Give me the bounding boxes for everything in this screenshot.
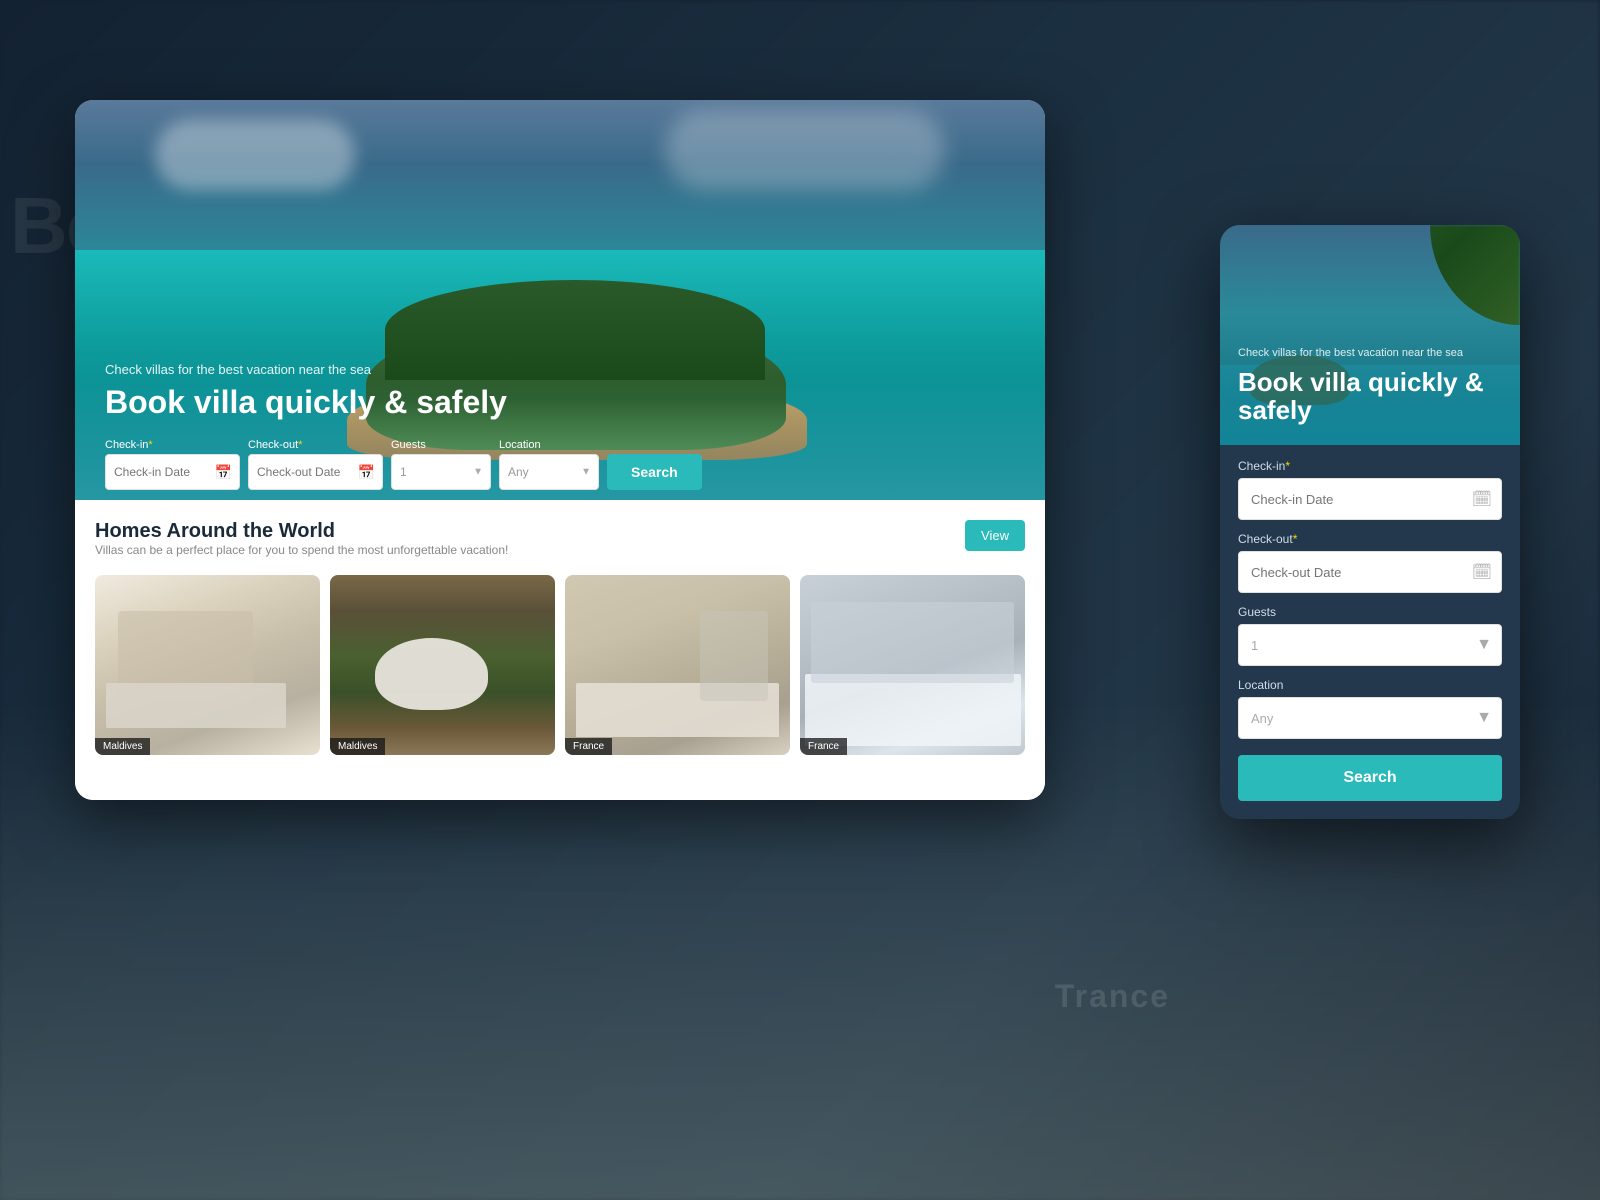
- home-card-1[interactable]: Maldives: [95, 575, 320, 755]
- checkin-field: Check-in* 📅: [105, 439, 240, 490]
- mobile-location-wrap: Any Maldives France Trance ▼: [1238, 697, 1502, 739]
- checkin-label: Check-in*: [105, 439, 240, 451]
- location-select[interactable]: Any Maldives France Trance: [499, 454, 599, 490]
- desktop-card: Check villas for the best vacation near …: [75, 100, 1045, 800]
- guests-select-wrap: 1 2 3 4 ▼: [391, 454, 491, 490]
- room-img-outdoor: [330, 575, 555, 755]
- location-label: Location: [499, 439, 599, 451]
- checkout-input[interactable]: [248, 454, 383, 490]
- checkin-input-wrap: 📅: [105, 454, 240, 490]
- homes-header-left: Homes Around the World Villas can be a p…: [95, 520, 508, 571]
- view-all-button[interactable]: View: [965, 520, 1025, 551]
- cloud-left: [155, 120, 355, 190]
- mobile-hero-text: Check villas for the best vacation near …: [1238, 346, 1502, 425]
- homes-grid: Maldives Maldives France: [95, 575, 1025, 755]
- checkout-input-wrap: 📅: [248, 454, 383, 490]
- hero-title: Book villa quickly & safely: [105, 385, 507, 420]
- mobile-checkout-input[interactable]: [1238, 551, 1502, 593]
- location-field: Location Any Maldives France Trance ▼: [499, 439, 599, 490]
- mobile-guests-field: Guests 1 2 3 4 ▼: [1238, 605, 1502, 666]
- mobile-card: Check villas for the best vacation near …: [1220, 225, 1520, 819]
- checkout-field: Check-out* 📅: [248, 439, 383, 490]
- mobile-checkin-input[interactable]: [1238, 478, 1502, 520]
- hero-subtitle: Check villas for the best vacation near …: [105, 362, 507, 377]
- mobile-checkin-field: Check-in* 🗓: [1238, 459, 1502, 520]
- hero-text: Check villas for the best vacation near …: [105, 362, 507, 420]
- trance-background-text: Trance: [1055, 978, 1170, 1015]
- mobile-checkout-label: Check-out*: [1238, 532, 1502, 546]
- mobile-guests-select[interactable]: 1 2 3 4: [1238, 624, 1502, 666]
- room-img-living: [565, 575, 790, 755]
- guests-label: Guests: [391, 439, 491, 451]
- mobile-checkin-label: Check-in*: [1238, 459, 1502, 473]
- location-select-wrap: Any Maldives France Trance ▼: [499, 454, 599, 490]
- mobile-title: Book villa quickly & safely: [1238, 368, 1502, 425]
- mobile-checkout-field: Check-out* 🗓: [1238, 532, 1502, 593]
- mobile-search-button[interactable]: Search: [1238, 755, 1502, 801]
- mobile-location-field: Location Any Maldives France Trance ▼: [1238, 678, 1502, 739]
- room-img-bathroom: [95, 575, 320, 755]
- home-card-3[interactable]: France: [565, 575, 790, 755]
- homes-section: Homes Around the World Villas can be a p…: [75, 500, 1045, 800]
- mobile-location-select[interactable]: Any Maldives France Trance: [1238, 697, 1502, 739]
- mobile-guests-label: Guests: [1238, 605, 1502, 619]
- homes-header: Homes Around the World Villas can be a p…: [95, 520, 1025, 571]
- mobile-subtitle: Check villas for the best vacation near …: [1238, 346, 1502, 361]
- guests-select[interactable]: 1 2 3 4: [391, 454, 491, 490]
- checkout-label: Check-out*: [248, 439, 383, 451]
- desktop-search-button[interactable]: Search: [607, 454, 702, 490]
- home-label-1: Maldives: [95, 738, 150, 755]
- guests-field: Guests 1 2 3 4 ▼: [391, 439, 491, 490]
- mobile-location-label: Location: [1238, 678, 1502, 692]
- mobile-hero: Check villas for the best vacation near …: [1220, 225, 1520, 445]
- home-label-2: Maldives: [330, 738, 385, 755]
- homes-title: Homes Around the World: [95, 520, 508, 543]
- mobile-guests-wrap: 1 2 3 4 ▼: [1238, 624, 1502, 666]
- home-label-3: France: [565, 738, 612, 755]
- hero-section: Check villas for the best vacation near …: [75, 100, 1045, 500]
- cloud-right: [665, 110, 945, 190]
- mobile-checkin-wrap: 🗓: [1238, 478, 1502, 520]
- mobile-form: Check-in* 🗓 Check-out* 🗓 Guests 1 2: [1220, 445, 1520, 819]
- home-label-4: France: [800, 738, 847, 755]
- search-bar: Check-in* 📅 Check-out* 📅 Guests: [105, 439, 1015, 490]
- checkin-input[interactable]: [105, 454, 240, 490]
- mobile-checkout-wrap: 🗓: [1238, 551, 1502, 593]
- home-card-4[interactable]: France: [800, 575, 1025, 755]
- homes-subtitle: Villas can be a perfect place for you to…: [95, 543, 508, 557]
- home-card-2[interactable]: Maldives: [330, 575, 555, 755]
- room-img-lounge: [800, 575, 1025, 755]
